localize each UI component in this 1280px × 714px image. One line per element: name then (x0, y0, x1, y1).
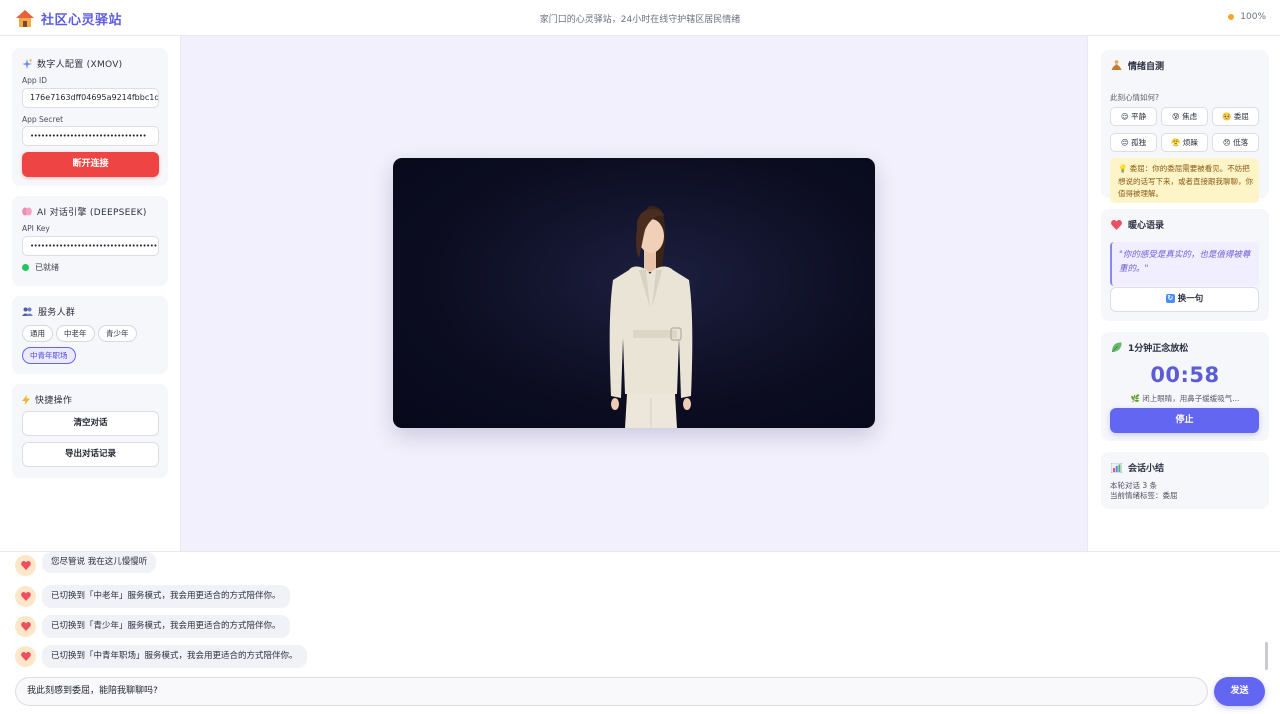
export-chat-button[interactable]: 导出对话记录 (22, 442, 159, 467)
people-icon (22, 307, 33, 316)
lightbulb-icon: 💡 (1118, 164, 1130, 173)
chat-message: 已切换到「中老年」服务模式，我会用更适合的方式陪伴你。 (15, 585, 290, 608)
mindfulness-title: 1分钟正念放松 (1111, 341, 1188, 354)
heart-avatar-icon (15, 555, 36, 576)
mindfulness-card: 1分钟正念放松 00:58 🌿 闭上眼睛，用鼻子缓缓吸气... 停止 (1101, 332, 1269, 441)
mood-wronged-button[interactable]: 🥺 委屈 (1212, 107, 1259, 126)
refresh-icon: ↻ (1165, 294, 1175, 303)
stop-timer-button[interactable]: 停止 (1110, 408, 1259, 433)
digital-human-config-title: 数字人配置 (XMOV) (22, 57, 123, 70)
mood-low-button[interactable]: 😞 低落 (1212, 133, 1259, 152)
avatar-stage (181, 36, 1087, 551)
quick-actions-card: 快捷操作 清空对话 导出对话记录 (12, 384, 168, 478)
app-secret-label: App Secret (22, 115, 64, 124)
digital-human-avatar (609, 205, 693, 428)
lightning-icon (22, 394, 30, 405)
mood-question: 此刻心情如何? (1110, 93, 1159, 102)
meditation-icon (1111, 60, 1122, 70)
connection-status: 100% (1228, 12, 1266, 22)
countdown-timer: 00:58 (1150, 363, 1220, 387)
heart-avatar-icon (15, 646, 36, 667)
quick-actions-title: 快捷操作 (22, 393, 72, 406)
heart-icon (1111, 219, 1122, 230)
service-chip-senior[interactable]: 中老年 (56, 325, 95, 342)
mood-lonely-button[interactable]: 😔 孤独 (1110, 133, 1157, 152)
app-id-label: App ID (22, 76, 48, 85)
send-button[interactable]: 发送 (1214, 677, 1265, 706)
chat-bubble: 已切换到「中老年」服务模式，我会用更适合的方式陪伴你。 (42, 585, 290, 608)
brain-icon (22, 207, 32, 216)
top-bar: 社区心灵驿站 家门口的心灵驿站，24小时在线守护辖区居民情绪 100% (0, 0, 1280, 36)
warm-quote-text: "你的感受是真实的，也是值得被尊重的。" (1110, 242, 1259, 286)
app-subtitle: 家门口的心灵驿站，24小时在线守护辖区居民情绪 (539, 15, 741, 25)
chat-message: 您尽管说 我在这儿慢慢听 (15, 552, 157, 576)
leaf-hint-icon: 🌿 (1130, 394, 1143, 403)
service-chip-general[interactable]: 通用 (22, 325, 53, 342)
calm-emoji-icon: 😌 (1120, 112, 1132, 121)
ai-engine-card: AI 对话引擎 (DEEPSEEK) API Key •••••••••••••… (12, 196, 168, 286)
session-summary-title: 会话小结 (1111, 461, 1164, 474)
status-dot-icon (1228, 14, 1235, 20)
status-percent: 100% (1240, 12, 1266, 22)
right-sidebar: 情绪自测 此刻心情如何? 😌 平静 😰 焦虑 🥺 委屈 😔 孤独 😤 烦躁 😞 … (1087, 36, 1280, 551)
mood-anxious-button[interactable]: 😰 焦虑 (1161, 107, 1208, 126)
app-id-input[interactable]: 176e7163dff04695a9214fbbc1d9a2 (22, 88, 159, 108)
app-secret-input[interactable]: •••••••••••••••••••••••••••••••• (22, 126, 159, 146)
chat-bubble: 已切换到「中青年职场」服务模式，我会用更适合的方式陪伴你。 (42, 645, 307, 668)
service-chip-young-professional[interactable]: 中青年职场 (22, 347, 76, 364)
low-emoji-icon: 😞 (1222, 138, 1234, 147)
clear-chat-button[interactable]: 清空对话 (22, 411, 159, 436)
mood-check-title: 情绪自测 (1111, 59, 1164, 72)
api-key-input[interactable]: •••••••••••••••••••••••••••••••••••• (22, 236, 159, 256)
chat-message: 已切换到「青少年」服务模式，我会用更适合的方式陪伴你。 (15, 615, 290, 638)
service-group-title: 服务人群 (22, 305, 75, 318)
heart-avatar-icon (15, 616, 36, 637)
session-summary-card: 会话小结 本轮对话 3 条 当前情绪标签：委屈 (1101, 452, 1269, 509)
chat-panel: 您尽管说 我在这儿慢慢听 已切换到「中老年」服务模式，我会用更适合的方式陪伴你。… (0, 551, 1280, 714)
chat-message: 已切换到「中青年职场」服务模式，我会用更适合的方式陪伴你。 (15, 645, 307, 668)
chat-bubble: 您尽管说 我在这儿慢慢听 (42, 552, 157, 573)
mood-calm-button[interactable]: 😌 平静 (1110, 107, 1157, 126)
chat-input[interactable]: 我此刻感到委屈，能陪我聊聊吗? (15, 677, 1208, 706)
warm-quote-title: 暖心语录 (1111, 218, 1164, 231)
mood-tip: 💡 委屈：你的委屈需要被看见。不妨把想说的话写下来，或者直接跟我聊聊，你值得被理… (1110, 158, 1259, 203)
chat-scrollbar[interactable] (1265, 642, 1268, 670)
service-group-card: 服务人群 通用 中老年 青少年 中青年职场 (12, 296, 168, 374)
lonely-emoji-icon: 😔 (1120, 138, 1132, 147)
engine-ready-status: 已就绪 (22, 262, 59, 273)
mood-check-card: 情绪自测 此刻心情如何? 😌 平静 😰 焦虑 🥺 委屈 😔 孤独 😤 烦躁 😞 … (1101, 50, 1269, 203)
api-key-label: API Key (22, 224, 50, 233)
service-chip-youth[interactable]: 青少年 (98, 325, 137, 342)
sparkle-icon (22, 58, 32, 69)
digital-human-video[interactable] (393, 158, 875, 428)
refresh-quote-button[interactable]: ↻ 换一句 (1110, 287, 1259, 312)
chat-bubble: 已切换到「青少年」服务模式，我会用更适合的方式陪伴你。 (42, 615, 290, 638)
disconnect-button[interactable]: 断开连接 (22, 152, 159, 177)
warm-quote-card: 暖心语录 "你的感受是真实的，也是值得被尊重的。" ↻ 换一句 (1101, 209, 1269, 321)
ready-dot-icon (22, 264, 29, 271)
chart-icon (1111, 462, 1122, 473)
left-sidebar: 数字人配置 (XMOV) App ID 176e7163dff04695a921… (0, 36, 181, 551)
digital-human-config-card: 数字人配置 (XMOV) App ID 176e7163dff04695a921… (12, 48, 168, 186)
breathing-hint: 🌿 闭上眼睛，用鼻子缓缓吸气... (1130, 394, 1240, 403)
ai-engine-title: AI 对话引擎 (DEEPSEEK) (22, 205, 147, 218)
summary-mood-tag: 当前情绪标签：委屈 (1110, 491, 1178, 500)
mood-irritable-button[interactable]: 😤 烦躁 (1161, 133, 1208, 152)
anxious-emoji-icon: 😰 (1171, 112, 1183, 121)
leaf-icon (1111, 342, 1122, 353)
irritable-emoji-icon: 😤 (1171, 138, 1183, 147)
heart-avatar-icon (15, 586, 36, 607)
wronged-emoji-icon: 🥺 (1222, 112, 1234, 121)
